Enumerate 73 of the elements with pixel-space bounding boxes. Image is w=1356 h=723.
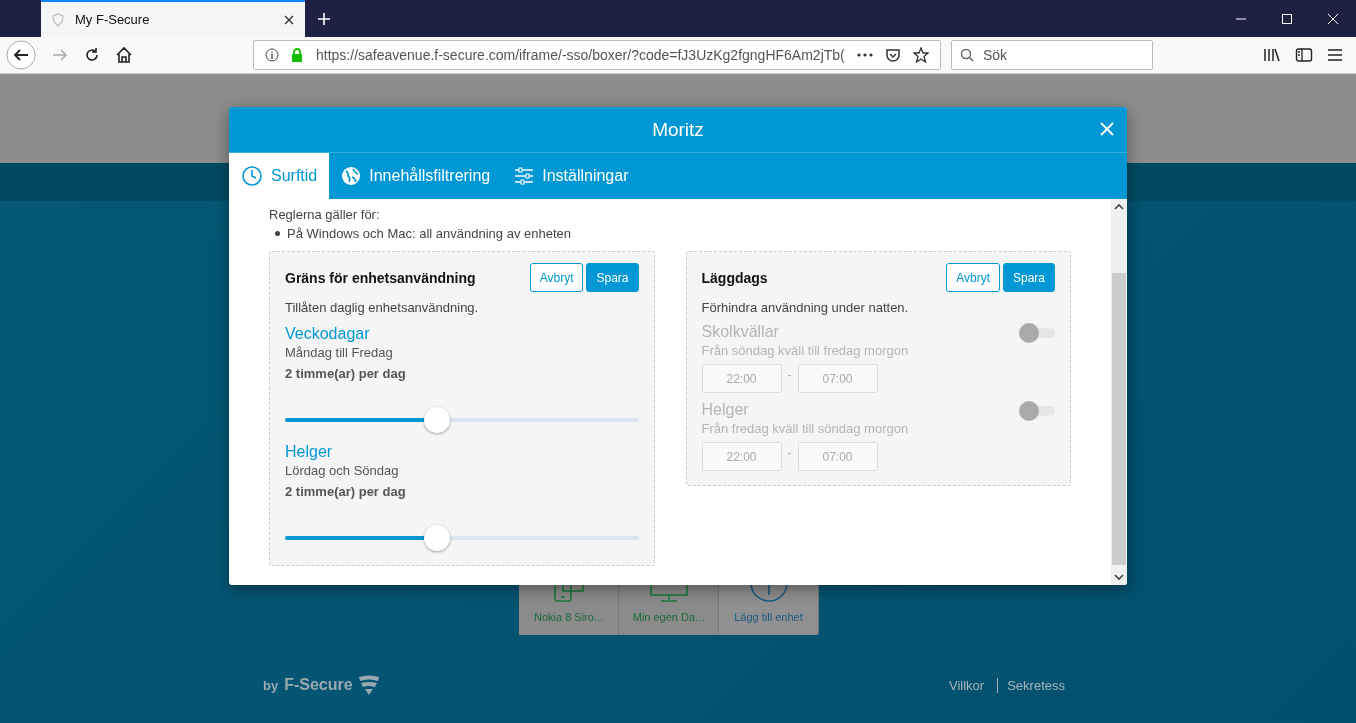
tab[interactable]: Surftid	[229, 153, 330, 199]
time-field[interactable]: 22:00	[701, 364, 782, 393]
limit-amount: 2 timme(ar) per dag	[285, 366, 407, 381]
limit-name: Helger	[285, 443, 334, 461]
sidebar-icon[interactable]	[1295, 47, 1313, 63]
device-name: Min egen Da...	[632, 611, 705, 623]
limit-days: Måndag till Fredag	[285, 345, 639, 360]
cancel-button[interactable]: Avbryt	[529, 263, 584, 292]
time-field[interactable]: 07:00	[797, 364, 878, 393]
dialog-title: Moritz	[652, 118, 704, 141]
time-separator: -	[787, 446, 792, 460]
url-text: https://safeavenue.f-secure.com/iframe/-sso/boxer/?code=fJ3UzKg2fgngHF6Am2jTb(	[316, 47, 846, 63]
device-name: Lägg till enhet	[734, 611, 803, 623]
rule-text: På Windows och Mac: all användning av enheten	[287, 226, 571, 241]
home-icon[interactable]	[115, 46, 133, 64]
brand-prefix: by	[263, 677, 279, 693]
time-field[interactable]: 22:00	[701, 442, 782, 471]
scroll-up-icon[interactable]	[1114, 203, 1124, 211]
close-icon[interactable]	[283, 13, 295, 26]
slider[interactable]	[285, 407, 639, 433]
cancel-button[interactable]: Avbryt	[946, 263, 1000, 292]
menu-icon[interactable]	[1327, 48, 1343, 62]
lock-icon	[291, 48, 303, 62]
rules-heading: Reglerna gäller för:	[269, 207, 381, 222]
globe-icon	[341, 166, 362, 186]
time-separator: -	[787, 368, 792, 382]
reload-icon[interactable]	[83, 46, 101, 64]
library-icon[interactable]	[1263, 47, 1281, 63]
maximize-icon[interactable]	[1281, 12, 1293, 25]
sliders-icon	[514, 167, 535, 185]
logo-icon	[356, 675, 381, 695]
schedule-name: Skolkvällar	[701, 323, 780, 341]
limit-name: Veckodagar	[285, 325, 371, 343]
star-icon[interactable]	[913, 47, 929, 63]
search-field[interactable]: Sök	[951, 40, 1153, 70]
tab-title: My F-Secure	[75, 12, 151, 27]
tab[interactable]: Inställningar	[502, 153, 641, 199]
device-name: Nokia 8 Siro...	[533, 611, 604, 623]
save-button[interactable]: Spara	[586, 263, 639, 292]
back-icon[interactable]	[6, 40, 36, 70]
slider-thumb[interactable]	[424, 407, 450, 433]
brand-text: F-Secure	[284, 676, 353, 694]
slider[interactable]	[285, 525, 639, 551]
limit-days: Lördag och Söndag	[285, 463, 639, 478]
panel-description: Tillåten daglig enhetsanvändning.	[285, 300, 480, 315]
scroll-down-icon[interactable]	[1114, 573, 1124, 581]
panel-title: Gräns för enhetsanvändning	[285, 269, 477, 286]
time-field[interactable]: 07:00	[797, 442, 878, 471]
plus-icon[interactable]	[317, 11, 331, 26]
info-icon[interactable]	[265, 48, 279, 62]
toggle-switch[interactable]	[1019, 401, 1055, 421]
footer-link[interactable]: Villkor	[940, 677, 994, 693]
scroll-thumb[interactable]	[1112, 273, 1126, 565]
bullet-icon	[275, 231, 280, 236]
clock-icon	[241, 165, 263, 187]
pocket-icon[interactable]	[885, 47, 901, 63]
address-bar[interactable]: https://safeavenue.f-secure.com/iframe/-sso/boxer/?code=fJ3UzKg2fgngHF6Am2jTb(	[253, 40, 941, 70]
browser-tab[interactable]: My F-Secure	[41, 0, 305, 37]
schedule-days: Från söndag kväll till fredag morgon	[701, 343, 1019, 358]
search-icon	[960, 48, 974, 62]
tab[interactable]: Innehållsfiltrering	[329, 153, 503, 199]
more-icon[interactable]	[857, 53, 873, 57]
scrollbar[interactable]	[1111, 199, 1127, 585]
schedule-days: Från fredag kväll till söndag morgon	[701, 421, 1019, 436]
slider-thumb[interactable]	[424, 525, 450, 551]
save-button[interactable]: Spara	[1002, 263, 1055, 292]
schedule-name: Helger	[701, 401, 750, 419]
shield-icon	[51, 12, 65, 27]
panel-description: Förhindra användning under natten.	[701, 300, 910, 315]
limit-amount: 2 timme(ar) per dag	[285, 484, 407, 499]
toggle-switch[interactable]	[1019, 323, 1055, 343]
footer-link[interactable]: Sekretess	[997, 677, 1074, 693]
panel-title: Läggdags	[701, 269, 769, 286]
